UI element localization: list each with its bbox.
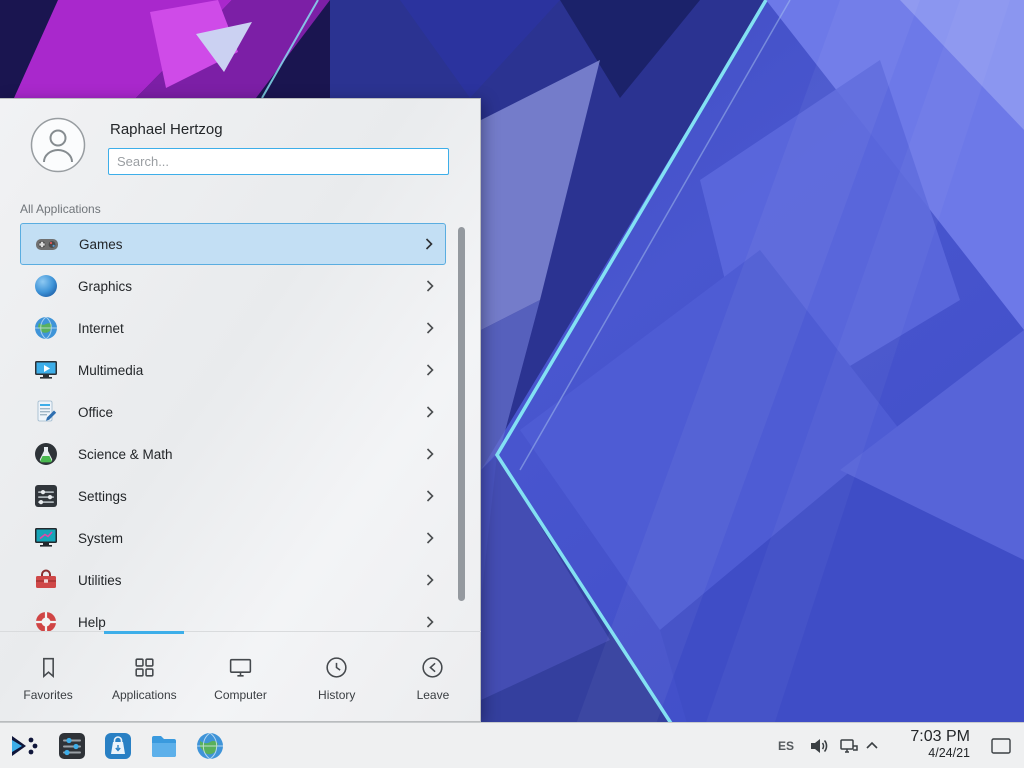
tab-history[interactable]: History	[289, 632, 385, 723]
clock-date: 4/24/21	[884, 746, 970, 760]
applications-icon	[131, 654, 158, 681]
category-item-internet[interactable]: Internet	[20, 307, 446, 349]
tab-label: Applications	[112, 688, 177, 702]
category-label: System	[78, 531, 426, 546]
office-icon	[33, 399, 59, 425]
show-desktop-icon	[991, 738, 1011, 754]
file-manager-icon	[148, 730, 180, 762]
category-label: Games	[79, 237, 425, 252]
tab-label: Computer	[214, 688, 267, 702]
tab-label: Favorites	[23, 688, 72, 702]
web-browser-icon	[194, 730, 226, 762]
category-label: Settings	[78, 489, 426, 504]
favorites-icon	[35, 654, 62, 681]
submenu-arrow-icon	[426, 406, 434, 418]
clock-time: 7:03 PM	[884, 728, 970, 746]
keyboard-layout-indicator[interactable]: ES	[778, 723, 794, 768]
submenu-arrow-icon	[426, 616, 434, 628]
leave-icon	[419, 654, 446, 681]
settings-icon	[33, 483, 59, 509]
category-item-system[interactable]: System	[20, 517, 446, 559]
section-label: All Applications	[20, 202, 101, 216]
file-manager-launcher[interactable]	[148, 730, 180, 762]
show-desktop-button[interactable]	[986, 723, 1016, 768]
taskbar: ES 7:03 PM 4/24/21	[0, 722, 1024, 768]
search-input[interactable]	[108, 148, 449, 175]
tab-leave[interactable]: Leave	[385, 632, 481, 723]
tab-label: History	[318, 688, 355, 702]
submenu-arrow-icon	[426, 280, 434, 292]
submenu-arrow-icon	[426, 574, 434, 586]
category-label: Help	[78, 615, 426, 630]
discover-icon	[102, 730, 134, 762]
system-icon	[33, 525, 59, 551]
category-label: Internet	[78, 321, 426, 336]
network-icon	[838, 735, 860, 757]
category-item-multimedia[interactable]: Multimedia	[20, 349, 446, 391]
application-launcher-button[interactable]	[8, 730, 40, 762]
digital-clock[interactable]: 7:03 PM 4/24/21	[884, 728, 970, 761]
tab-applications[interactable]: Applications	[96, 632, 192, 723]
tab-favorites[interactable]: Favorites	[0, 632, 96, 723]
category-item-office[interactable]: Office	[20, 391, 446, 433]
category-item-science-math[interactable]: Science & Math	[20, 433, 446, 475]
help-icon	[33, 609, 59, 631]
history-icon	[323, 654, 350, 681]
expand-tray-button[interactable]	[864, 738, 880, 754]
expand-tray-icon	[864, 738, 880, 754]
category-label: Utilities	[78, 573, 426, 588]
submenu-arrow-icon	[426, 364, 434, 376]
submenu-arrow-icon	[426, 322, 434, 334]
volume-icon	[808, 735, 830, 757]
multimedia-icon	[33, 357, 59, 383]
submenu-arrow-icon	[426, 490, 434, 502]
submenu-arrow-icon	[426, 532, 434, 544]
network-tray-item[interactable]	[838, 735, 860, 757]
discover-launcher[interactable]	[102, 730, 134, 762]
launcher-tabbar: Favorites Applications Computer History …	[0, 631, 481, 723]
desktop: Raphael Hertzog All Applications Games G…	[0, 0, 1024, 768]
computer-icon	[227, 654, 254, 681]
category-list: Games Graphics Internet	[0, 221, 481, 631]
submenu-arrow-icon	[426, 448, 434, 460]
internet-icon	[33, 315, 59, 341]
user-name: Raphael Hertzog	[110, 121, 223, 138]
tab-computer[interactable]: Computer	[192, 632, 288, 723]
settings-toggles-launcher[interactable]	[56, 730, 88, 762]
category-item-games[interactable]: Games	[20, 223, 446, 265]
category-label: Multimedia	[78, 363, 426, 378]
web-browser-launcher[interactable]	[194, 730, 226, 762]
category-label: Graphics	[78, 279, 426, 294]
settings-toggles-icon	[56, 730, 88, 762]
category-item-settings[interactable]: Settings	[20, 475, 446, 517]
user-avatar[interactable]	[30, 117, 86, 173]
tab-label: Leave	[417, 688, 450, 702]
category-label: Office	[78, 405, 426, 420]
graphics-icon	[33, 273, 59, 299]
application-launcher-menu: Raphael Hertzog All Applications Games G…	[0, 98, 481, 722]
science-icon	[33, 441, 59, 467]
games-icon	[34, 231, 60, 257]
scrollbar-thumb[interactable]	[458, 227, 465, 601]
category-item-help[interactable]: Help	[20, 601, 446, 631]
category-label: Science & Math	[78, 447, 426, 462]
category-item-utilities[interactable]: Utilities	[20, 559, 446, 601]
application-launcher-icon	[8, 730, 40, 762]
volume-tray-item[interactable]	[808, 735, 830, 757]
user-avatar-icon	[30, 117, 86, 173]
category-item-graphics[interactable]: Graphics	[20, 265, 446, 307]
submenu-arrow-icon	[425, 238, 433, 250]
utilities-icon	[33, 567, 59, 593]
